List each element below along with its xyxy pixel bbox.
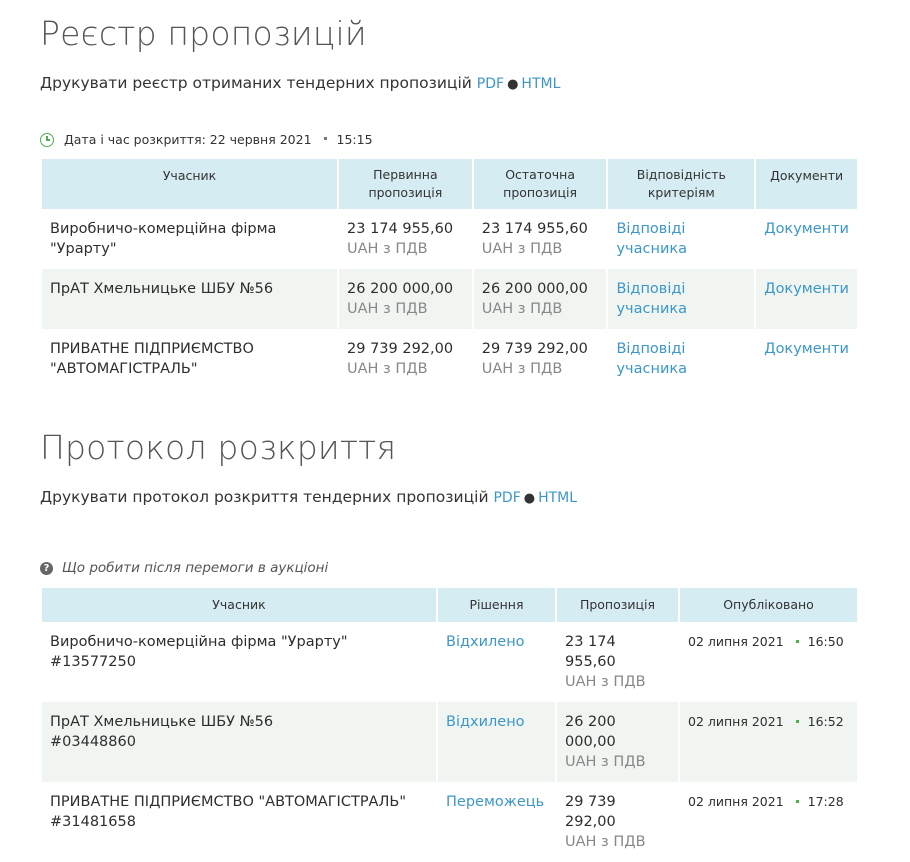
registry-html-link[interactable]: HTML <box>521 76 560 92</box>
table-row: Виробничо-комерційна фірма "Урарту" 23 1… <box>42 209 857 269</box>
registry-header-initial: Первинна пропозиція <box>339 159 474 209</box>
protocol-header-offer: Пропозиція <box>557 588 680 622</box>
participant-cell: ПРИВАТНЕ ПІДПРИЄМСТВО "АВТОМАГІСТРАЛЬ" #3… <box>42 782 438 862</box>
published-cell: 02 липня 2021 17:28 <box>688 794 844 809</box>
protocol-header-participant: Учасник <box>42 588 438 622</box>
decision-link[interactable]: Відхилено <box>438 702 557 782</box>
protocol-print-text: Друкувати протокол розкриття тендерних п… <box>40 488 489 506</box>
table-row: ПрАТ Хмельницьке ШБУ №56 26 200 000,00 UA… <box>42 269 857 329</box>
decision-link[interactable]: Відхилено <box>438 622 557 702</box>
registry-header-criteria: Відповідність критеріям <box>608 159 757 209</box>
final-offer: 26 200 000,00 UAH з ПДВ <box>473 269 609 329</box>
participant-name: Виробничо-комерційна фірма "Урарту" <box>42 209 340 269</box>
separator-dot <box>795 800 799 803</box>
table-row: Виробничо-комерційна фірма "Урарту" #1357… <box>42 622 857 702</box>
registry-link-separator: ● <box>507 77 519 92</box>
offer-cell: 26 200 000,00 UAH з ПДВ <box>557 702 680 782</box>
offer-cell: 23 174 955,60 UAH з ПДВ <box>557 622 680 702</box>
what-next-link[interactable]: ? Що робити після перемоги в аукціоні <box>40 560 328 576</box>
registry-title: Реєстр пропозицій <box>40 14 367 53</box>
initial-offer: 29 739 292,00 UAH з ПДВ <box>339 329 474 389</box>
participant-cell: Виробничо-комерційна фірма "Урарту" #1357… <box>42 622 438 702</box>
participant-name: ПРИВАТНЕ ПІДПРИЄМСТВО "АВТОМАГІСТРАЛЬ" <box>42 329 340 389</box>
what-next-text[interactable]: Що робити після перемоги в аукціоні <box>62 560 328 576</box>
protocol-print-line: Друкувати протокол розкриття тендерних п… <box>40 488 577 506</box>
protocol-header-decision: Рішення <box>438 588 557 622</box>
protocol-html-link[interactable]: HTML <box>538 490 577 506</box>
criteria-link[interactable]: Відповіді учасника <box>608 329 757 389</box>
initial-offer: 26 200 000,00 UAH з ПДВ <box>339 269 474 329</box>
registry-header-final: Остаточна пропозиція <box>473 159 609 209</box>
published-cell: 02 липня 2021 16:52 <box>680 702 857 782</box>
opening-date: Дата і час розкриття: 22 червня 2021 15:… <box>40 132 373 147</box>
initial-offer: 23 174 955,60 UAH з ПДВ <box>339 209 474 269</box>
table-row: ПРИВАТНЕ ПІДПРИЄМСТВО "АВТОМАГІСТРАЛЬ" 2… <box>42 329 857 389</box>
criteria-link[interactable]: Відповіді учасника <box>608 269 757 329</box>
protocol-title: Протокол розкриття <box>40 428 397 467</box>
final-offer: 23 174 955,60 UAH з ПДВ <box>474 209 609 269</box>
registry-header-participant: Учасник <box>42 159 340 209</box>
registry-print-text: Друкувати реєстр отриманих тендерних про… <box>40 74 472 92</box>
participant-name: ПрАТ Хмельницьке ШБУ №56 <box>42 269 340 329</box>
registry-header-documents: Документи <box>756 159 857 209</box>
separator-dot <box>323 137 327 140</box>
separator-dot <box>795 640 799 643</box>
question-circle-icon: ? <box>40 561 53 575</box>
decision-link[interactable]: Переможець <box>438 782 557 862</box>
criteria-link[interactable]: Відповіді учасника <box>608 209 757 269</box>
documents-link[interactable]: Документи <box>756 209 857 269</box>
documents-link[interactable]: Документи <box>756 269 857 329</box>
participant-cell: ПрАТ Хмельницьке ШБУ №56 #03448860 <box>42 702 438 782</box>
protocol-table: Учасник Рішення Пропозиція Опубліковано … <box>42 588 857 862</box>
registry-table: Учасник Первинна пропозиція Остаточна пр… <box>42 159 857 389</box>
opening-date-label: Дата і час розкриття: 22 червня 2021 <box>64 132 312 147</box>
table-row: ПрАТ Хмельницьке ШБУ №56 #03448860 Відхил… <box>42 702 857 782</box>
protocol-link-separator: ● <box>523 491 536 506</box>
published-cell: 02 липня 2021 16:50 <box>688 634 844 649</box>
table-row: ПРИВАТНЕ ПІДПРИЄМСТВО "АВТОМАГІСТРАЛЬ" #3… <box>42 782 857 862</box>
registry-pdf-link[interactable]: PDF <box>477 76 504 92</box>
opening-time: 15:15 <box>336 132 373 147</box>
final-offer: 29 739 292,00 UAH з ПДВ <box>474 329 609 389</box>
separator-dot <box>795 720 799 723</box>
documents-link[interactable]: Документи <box>756 329 857 389</box>
protocol-pdf-link[interactable]: PDF <box>493 490 520 506</box>
registry-print-line: Друкувати реєстр отриманих тендерних про… <box>40 74 560 92</box>
clock-icon <box>40 132 54 147</box>
offer-cell: 29 739 292,00 UAH з ПДВ <box>557 782 680 862</box>
protocol-header-published: Опубліковано <box>680 588 857 622</box>
